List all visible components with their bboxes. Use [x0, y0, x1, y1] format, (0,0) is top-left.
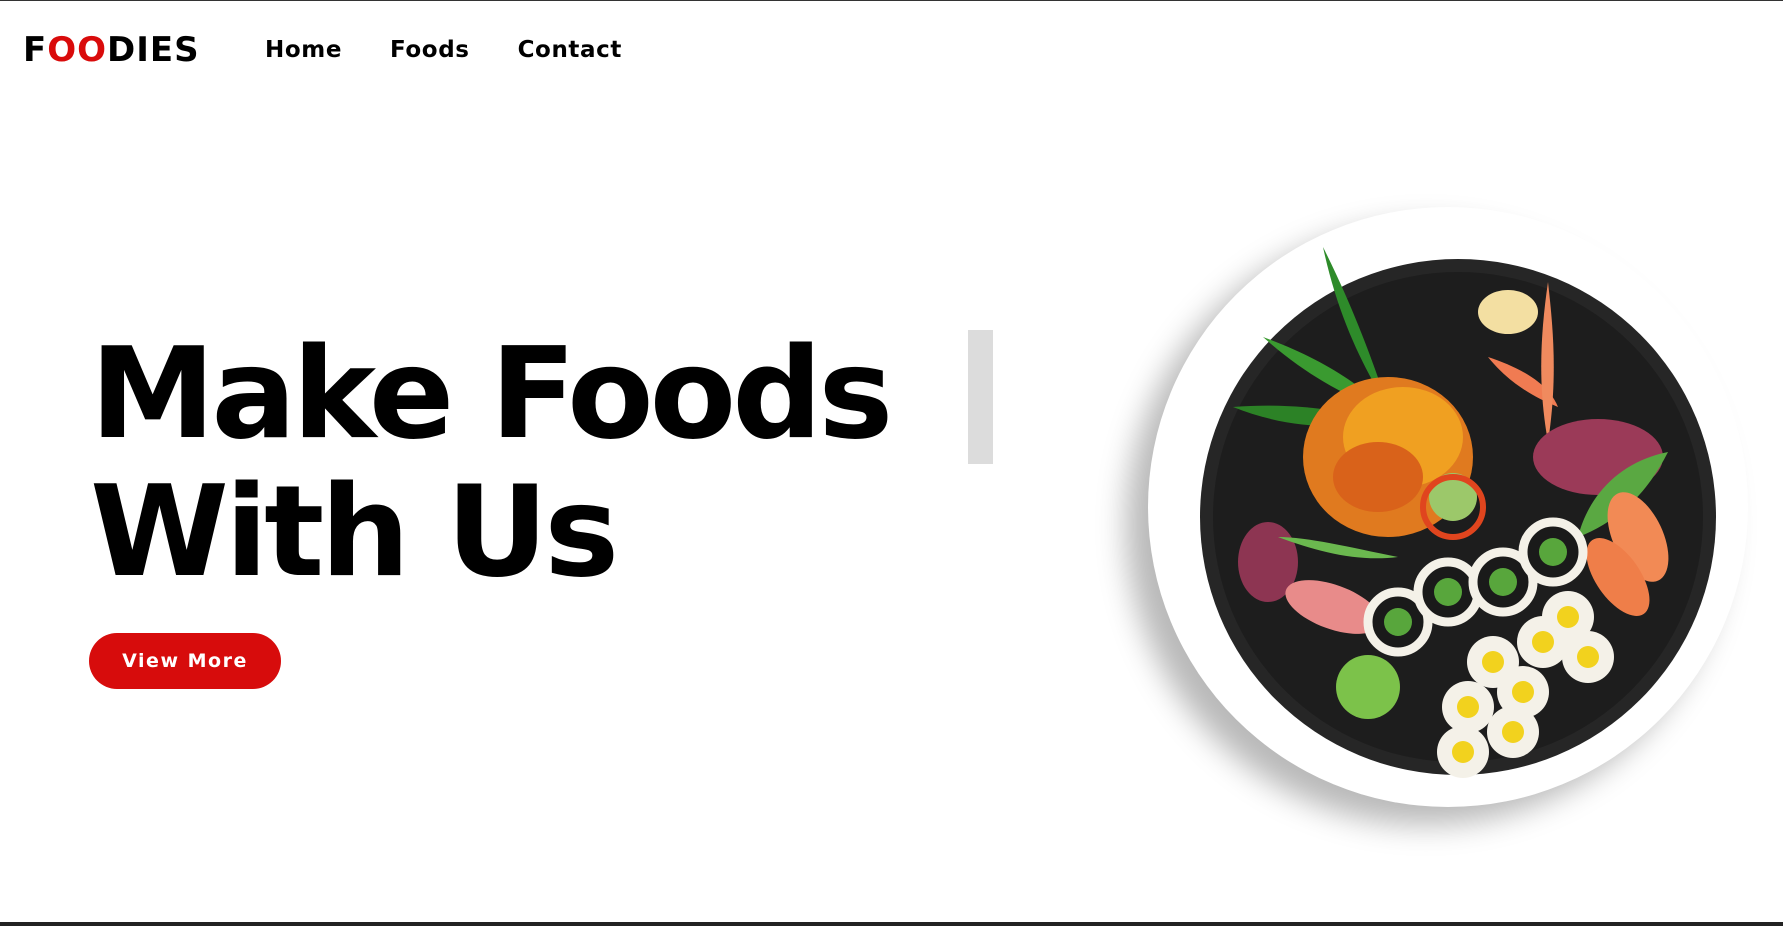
main-nav: Home Foods Contact	[265, 36, 622, 64]
hero-headline: Make Foods With Us	[90, 320, 893, 605]
brand-logo[interactable]: FOODIES	[23, 30, 200, 70]
headline-line-2: With Us	[90, 458, 619, 605]
nav-link-home[interactable]: Home	[265, 36, 342, 64]
nav-link-foods[interactable]: Foods	[390, 36, 470, 64]
bottom-border	[0, 922, 1783, 926]
logo-suffix: DIES	[107, 30, 200, 70]
logo-accent: OO	[47, 30, 108, 70]
nav-link-contact[interactable]: Contact	[518, 36, 622, 64]
headline-line-1: Make Foods	[90, 320, 893, 467]
view-more-button[interactable]: View More	[89, 633, 281, 689]
sushi-plate-illustration	[1200, 247, 1716, 778]
typing-cursor	[968, 330, 993, 464]
navbar: FOODIES Home Foods Contact	[0, 0, 1783, 100]
sushi-plate-image	[1148, 207, 1748, 807]
logo-prefix: F	[23, 30, 48, 70]
